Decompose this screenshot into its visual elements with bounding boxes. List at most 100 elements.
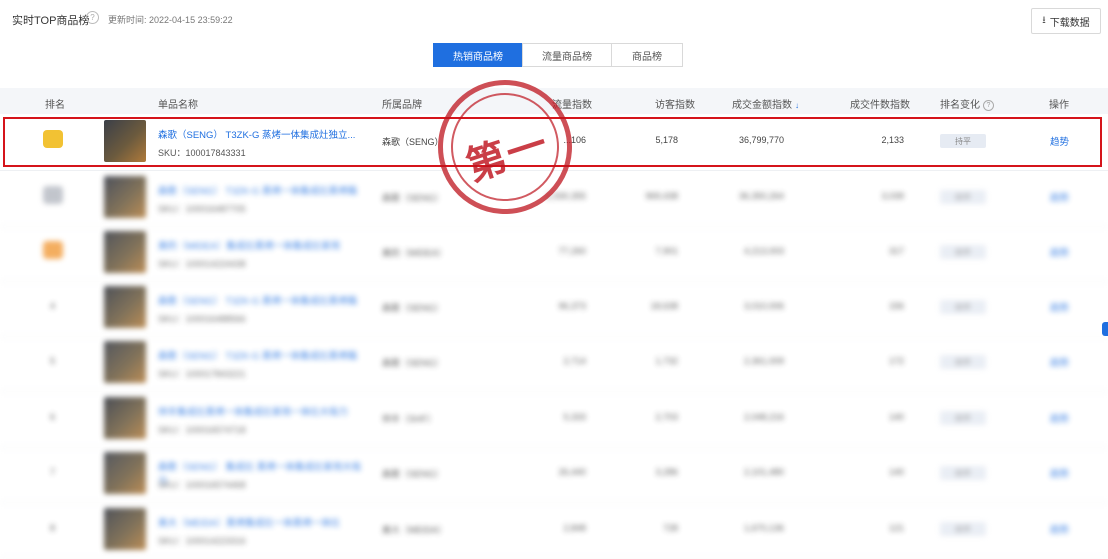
table-row[interactable]: 4 森歌（SENG） T3ZK-G 蒸烤一体集成灶蒸烤箱 SKU：100016488… [0, 280, 1108, 337]
visitor-index: 5,178 [655, 135, 678, 145]
trend-link[interactable]: 趋势 [1050, 466, 1069, 480]
trend-link[interactable]: 趋势 [1050, 522, 1069, 536]
brand-name: 森歌（SENG） [382, 303, 444, 313]
product-sku: SKU：100016574468 [158, 480, 246, 490]
col-rank-change: 排名变化? [940, 96, 994, 111]
download-icon: ⭳ [1042, 14, 1046, 26]
product-sku: SKU：100017843221 [158, 369, 246, 379]
col-amount[interactable]: 成交金额指数 ↓ [732, 96, 799, 111]
amount-index: 1,670,136 [743, 523, 784, 533]
update-value: 2022-04-15 23:59:22 [149, 15, 233, 25]
product-name[interactable]: 森歌（SENG） T3ZK-G 蒸烤一体集成灶蒸烤箱 [158, 293, 368, 307]
sort-down-icon[interactable]: ↓ [795, 101, 799, 110]
col-orders[interactable]: 成交件数指数 [850, 96, 910, 111]
table-row[interactable]: 美的（MIDEA）集成灶蒸烤一体集成灶家用 SKU：100014224438 美的（… [0, 225, 1108, 282]
ranking-tabs: 热销商品榜 流量商品榜 商品榜 [433, 43, 683, 67]
product-thumbnail[interactable] [104, 120, 146, 162]
rank-change-badge: 持平 [940, 300, 986, 314]
rank-change-badge: 持平 [940, 190, 986, 204]
orders-index: 156 [888, 301, 904, 311]
product-name[interactable]: 森歌（SENG） T3ZK-G 蒸烤一体集成灶蒸烤箱 [158, 183, 368, 197]
product-name[interactable]: 森歌（SENG） T3ZK-G 蒸烤一体集成灶蒸烤箱 [158, 348, 368, 362]
col-brand: 所属品牌 [382, 100, 422, 111]
brand-name: 森歌（SENG） [382, 469, 444, 479]
product-thumbnail[interactable] [104, 231, 146, 273]
product-thumbnail[interactable] [104, 397, 146, 439]
brand-name: 森歌（SENG） [382, 358, 444, 368]
product-name[interactable]: 森歌（SENG） T3ZK-G 蒸烤一体集成灶独立... [158, 127, 368, 141]
update-time: 更新时间: 2022-04-15 23:59:22 [108, 13, 233, 26]
col-amount-label: 成交金额指数 [732, 100, 792, 111]
orders-index: 317 [888, 246, 904, 256]
rank-value: 8 [50, 523, 56, 533]
product-sku: SKU：100014223316 [158, 536, 246, 546]
visitor-index: 2,703 [655, 412, 678, 422]
trend-link[interactable]: 趋势 [1050, 411, 1069, 425]
trend-link[interactable]: 趋势 [1050, 300, 1069, 314]
table-row[interactable]: 8 美大（MEIDA）蒸烤集成灶一体蒸烤一体灶 SKU：100014223316 美大… [0, 502, 1108, 559]
trend-link[interactable]: 趋势 [1050, 355, 1069, 369]
traffic-index: 2,848 [563, 523, 586, 533]
visitor-index: 3,286 [655, 467, 678, 477]
traffic-index: 77,260 [558, 246, 586, 256]
rank-value: 5 [50, 356, 56, 366]
tab-hot-sales[interactable]: 热销商品榜 [433, 43, 523, 67]
tab-products[interactable]: 商品榜 [611, 43, 683, 67]
product-thumbnail[interactable] [104, 341, 146, 383]
amount-index: 2,361,009 [743, 356, 784, 366]
orders-index: 3,039 [881, 191, 904, 201]
product-thumbnail[interactable] [104, 176, 146, 218]
product-name[interactable]: 美大（MEIDA）蒸烤集成灶一体蒸烤一体灶 [158, 515, 368, 529]
rank-change-badge: 持平 [940, 411, 986, 425]
amount-index: 3,010,006 [743, 301, 784, 311]
col-action: 操作 [1049, 100, 1069, 111]
brand-name: 美的（MIDEA） [382, 248, 447, 258]
stamp-text: 第一 [460, 119, 555, 191]
rank-medal-icon [43, 130, 63, 148]
product-thumbnail[interactable] [104, 286, 146, 328]
help-icon[interactable]: ? [983, 99, 994, 111]
orders-index: 140 [888, 467, 904, 477]
col-rank: 排名 [45, 100, 65, 111]
product-thumbnail[interactable] [104, 508, 146, 550]
col-product: 单品名称 [158, 100, 198, 111]
table-row[interactable]: 5 森歌（SENG） T3ZK-G 蒸烤一体集成灶蒸烤箱 SKU：100017843… [0, 335, 1108, 392]
trend-link[interactable]: 趋势 [1050, 190, 1069, 204]
table-row[interactable]: 6 帅丰集成灶蒸烤一体集成灶家用一体灶大吸力 SKU：100016574718 帅丰（… [0, 391, 1108, 448]
trend-link[interactable]: 趋势 [1050, 245, 1069, 259]
trend-link[interactable]: 趋势 [1050, 134, 1069, 148]
rank-change-badge: 持平 [940, 522, 986, 536]
product-thumbnail[interactable] [104, 452, 146, 494]
rank-change-badge: 持平 [940, 134, 986, 148]
visitor-index: 728 [662, 523, 678, 533]
visitor-index: 7,901 [655, 246, 678, 256]
amount-index: 4,213,003 [743, 246, 784, 256]
visitor-index: 1,732 [655, 356, 678, 366]
table-row[interactable]: 7 森歌（SENG） 集成灶 蒸烤一体集成灶家用大吸力 SKU：1000165744… [0, 446, 1108, 503]
download-label: 下载数据 [1049, 17, 1090, 29]
product-sku: SKU：100016487705 [158, 204, 246, 214]
rank-change-badge: 持平 [940, 466, 986, 480]
help-icon[interactable]: ? [86, 11, 99, 24]
side-tab[interactable] [1102, 322, 1108, 336]
brand-name: 帅丰（SHF） [382, 414, 437, 424]
brand-name: 森歌（SENG） [382, 193, 444, 203]
amount-index: 2,048,216 [743, 412, 784, 422]
amount-index: 2,101,480 [743, 467, 784, 477]
rank-change-badge: 持平 [940, 355, 986, 369]
orders-index: 172 [888, 356, 904, 366]
rank-medal-icon [43, 186, 63, 204]
download-button[interactable]: ⭳ 下载数据 [1031, 8, 1101, 34]
traffic-index: 2,714 [563, 356, 586, 366]
rank-change-badge: 持平 [940, 245, 986, 259]
visitor-index: 969,438 [645, 191, 678, 201]
col-visitors[interactable]: 访客指数 [655, 96, 695, 111]
amount-index: 36,350,264 [738, 191, 784, 201]
product-sku: SKU：100016488566 [158, 314, 246, 324]
product-name[interactable]: 帅丰集成灶蒸烤一体集成灶家用一体灶大吸力 [158, 404, 368, 418]
traffic-index: 96,373 [558, 301, 586, 311]
rank-value: 4 [50, 301, 56, 311]
product-name[interactable]: 美的（MIDEA）集成灶蒸烤一体集成灶家用 [158, 238, 368, 252]
tab-traffic[interactable]: 流量商品榜 [522, 43, 612, 67]
orders-index: 140 [888, 412, 904, 422]
